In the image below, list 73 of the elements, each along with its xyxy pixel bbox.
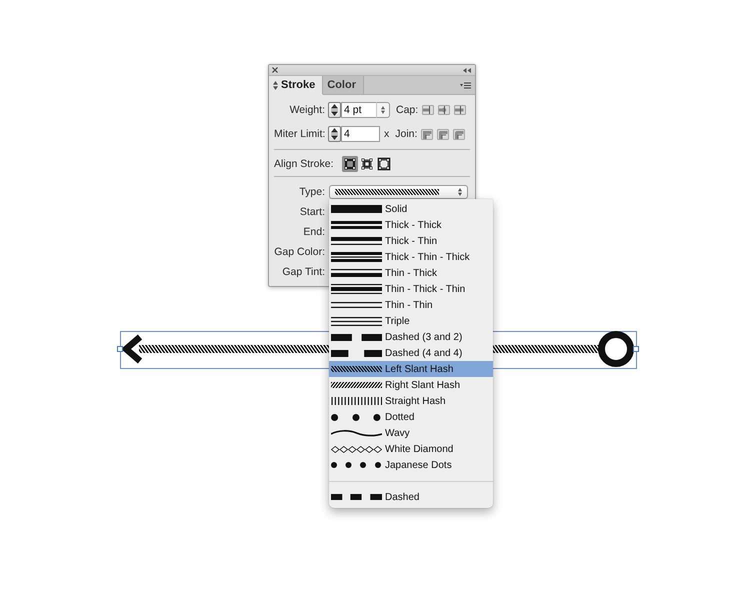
menu-item[interactable]: Thin - Thin: [329, 297, 493, 313]
dotted-line-icon: [331, 462, 382, 468]
menu-item[interactable]: Japanese Dots: [329, 457, 493, 473]
menu-item[interactable]: Triple: [329, 313, 493, 329]
butt-cap-icon[interactable]: [422, 105, 434, 115]
field-label: Start:: [298, 206, 325, 218]
stepper-button[interactable]: [328, 102, 341, 118]
menu-item[interactable]: Dashed (3 and 2): [329, 329, 493, 345]
wavy-line-icon: [331, 429, 382, 437]
diamond-chain-icon: [331, 446, 382, 452]
dropdown-button[interactable]: [376, 102, 390, 118]
menu-item[interactable]: Thick - Thin - Thick: [329, 249, 493, 265]
field-label: End:: [302, 226, 325, 238]
right-slant-hash-icon: [331, 382, 382, 388]
thin-thick-line-icon: [331, 269, 382, 277]
panel-tab[interactable]: Color: [323, 76, 364, 95]
align-inside-icon[interactable]: [359, 156, 375, 172]
close-icon[interactable]: [272, 67, 278, 73]
menu-item[interactable]: Right Slant Hash: [329, 377, 493, 393]
field-label: Miter Limit:: [274, 128, 325, 140]
anchor-handle[interactable]: [117, 346, 123, 352]
menu-item[interactable]: Straight Hash: [329, 393, 493, 409]
miter-join-icon[interactable]: [421, 128, 434, 140]
field-label: Align Stroke:: [274, 158, 335, 170]
anchor-handle[interactable]: [633, 346, 639, 352]
menu-item[interactable]: Dotted: [329, 409, 493, 425]
dashed-line-icon: [331, 350, 382, 356]
left-slant-hash-icon: [331, 366, 382, 372]
round-join-icon[interactable]: [437, 128, 450, 140]
dashed-line-icon: [331, 334, 382, 340]
up-down-arrows-icon: [331, 104, 338, 116]
vertical-hash-icon: [331, 397, 382, 405]
double-chevron-icon[interactable]: [463, 68, 471, 72]
thick-thin-line-icon: [331, 237, 382, 245]
round-cap-icon[interactable]: [438, 105, 450, 115]
menu-icon[interactable]: [460, 82, 471, 88]
menu-item[interactable]: Thin - Thick - Thin: [329, 281, 493, 297]
menu-item[interactable]: Left Slant Hash: [329, 361, 493, 377]
double-thin-line-icon: [331, 302, 382, 308]
miter-limit-field[interactable]: 4: [341, 126, 380, 142]
thick-thin-thick-line-icon: [331, 252, 382, 262]
field-label: Gap Color:: [274, 246, 325, 258]
menu-item[interactable]: Solid: [329, 201, 493, 217]
dashed-line-icon: [331, 494, 382, 500]
field-label: Join:: [395, 128, 418, 140]
stepper-button[interactable]: [328, 126, 341, 142]
menu-item[interactable]: Dashed: [329, 489, 493, 505]
double-thick-line-icon: [331, 221, 382, 229]
panel-tab[interactable]: Stroke: [269, 76, 324, 95]
unit-label: x: [384, 128, 390, 140]
align-center-icon[interactable]: [342, 156, 358, 172]
weight-field[interactable]: 4 pt: [341, 102, 376, 118]
menu-item[interactable]: Thin - Thick: [329, 265, 493, 281]
field-label: Weight:: [288, 104, 325, 116]
menu-item[interactable]: Thick - Thick: [329, 217, 493, 233]
up-down-arrows-icon: [273, 80, 278, 90]
triple-line-icon: [331, 316, 382, 326]
menu-item[interactable]: White Diamond: [329, 441, 493, 457]
menu-item[interactable]: Wavy: [329, 425, 493, 441]
up-down-arrows-icon: [381, 106, 385, 114]
up-down-arrows-icon: [331, 128, 338, 140]
left-slant-hash-icon: [335, 189, 439, 195]
dotted-line-icon: [331, 414, 382, 420]
projecting-cap-icon[interactable]: [454, 105, 466, 115]
bevel-join-icon[interactable]: [453, 128, 466, 140]
field-label: Type:: [298, 186, 325, 198]
menu-item[interactable]: Dashed (4 and 4): [329, 345, 493, 361]
up-down-arrows-icon: [458, 188, 462, 196]
menu-item[interactable]: Thick - Thin: [329, 233, 493, 249]
field-label: Gap Tint:: [281, 266, 325, 278]
stroke-type-select[interactable]: [329, 185, 468, 199]
align-outside-icon[interactable]: [376, 156, 392, 172]
field-label: Cap:: [396, 104, 418, 116]
